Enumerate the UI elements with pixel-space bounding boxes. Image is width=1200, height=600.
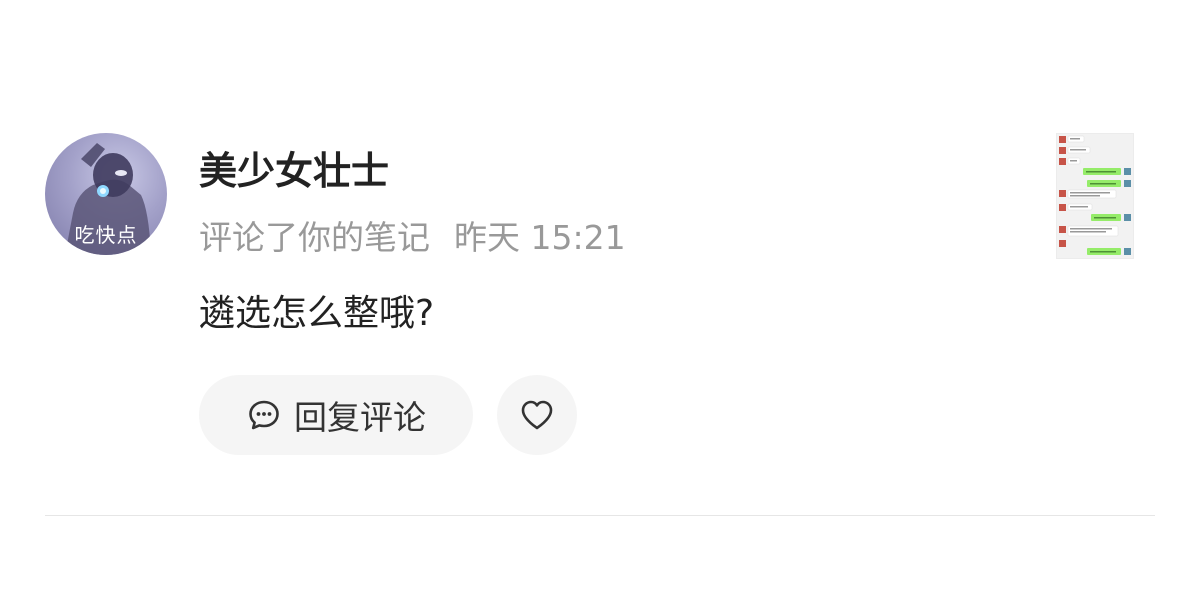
notification-meta: 评论了你的笔记 昨天 15:21 [199,211,626,259]
comment-text: 遴选怎么整哦? [199,293,435,334]
comment-bubble-icon [246,397,282,433]
reply-comment-button[interactable]: 回复评论 [199,375,473,455]
chat-screenshot-thumbnail [1057,134,1133,258]
heart-icon [521,400,553,430]
divider [45,515,1155,516]
like-button[interactable] [497,375,577,455]
username[interactable]: 美少女壮士 [199,140,389,195]
comment-notification[interactable]: 吃快点 美少女壮士 评论了你的笔记 昨天 15:21 遴选怎么整哦? 回复评论 [0,0,1200,600]
timestamp: 昨天 15:21 [454,218,626,257]
avatar[interactable]: 吃快点 [45,133,167,255]
reply-button-label: 回复评论 [294,398,426,437]
action-text: 评论了你的笔记 [199,218,430,257]
note-thumbnail[interactable] [1056,133,1134,259]
avatar-caption: 吃快点 [74,223,138,247]
